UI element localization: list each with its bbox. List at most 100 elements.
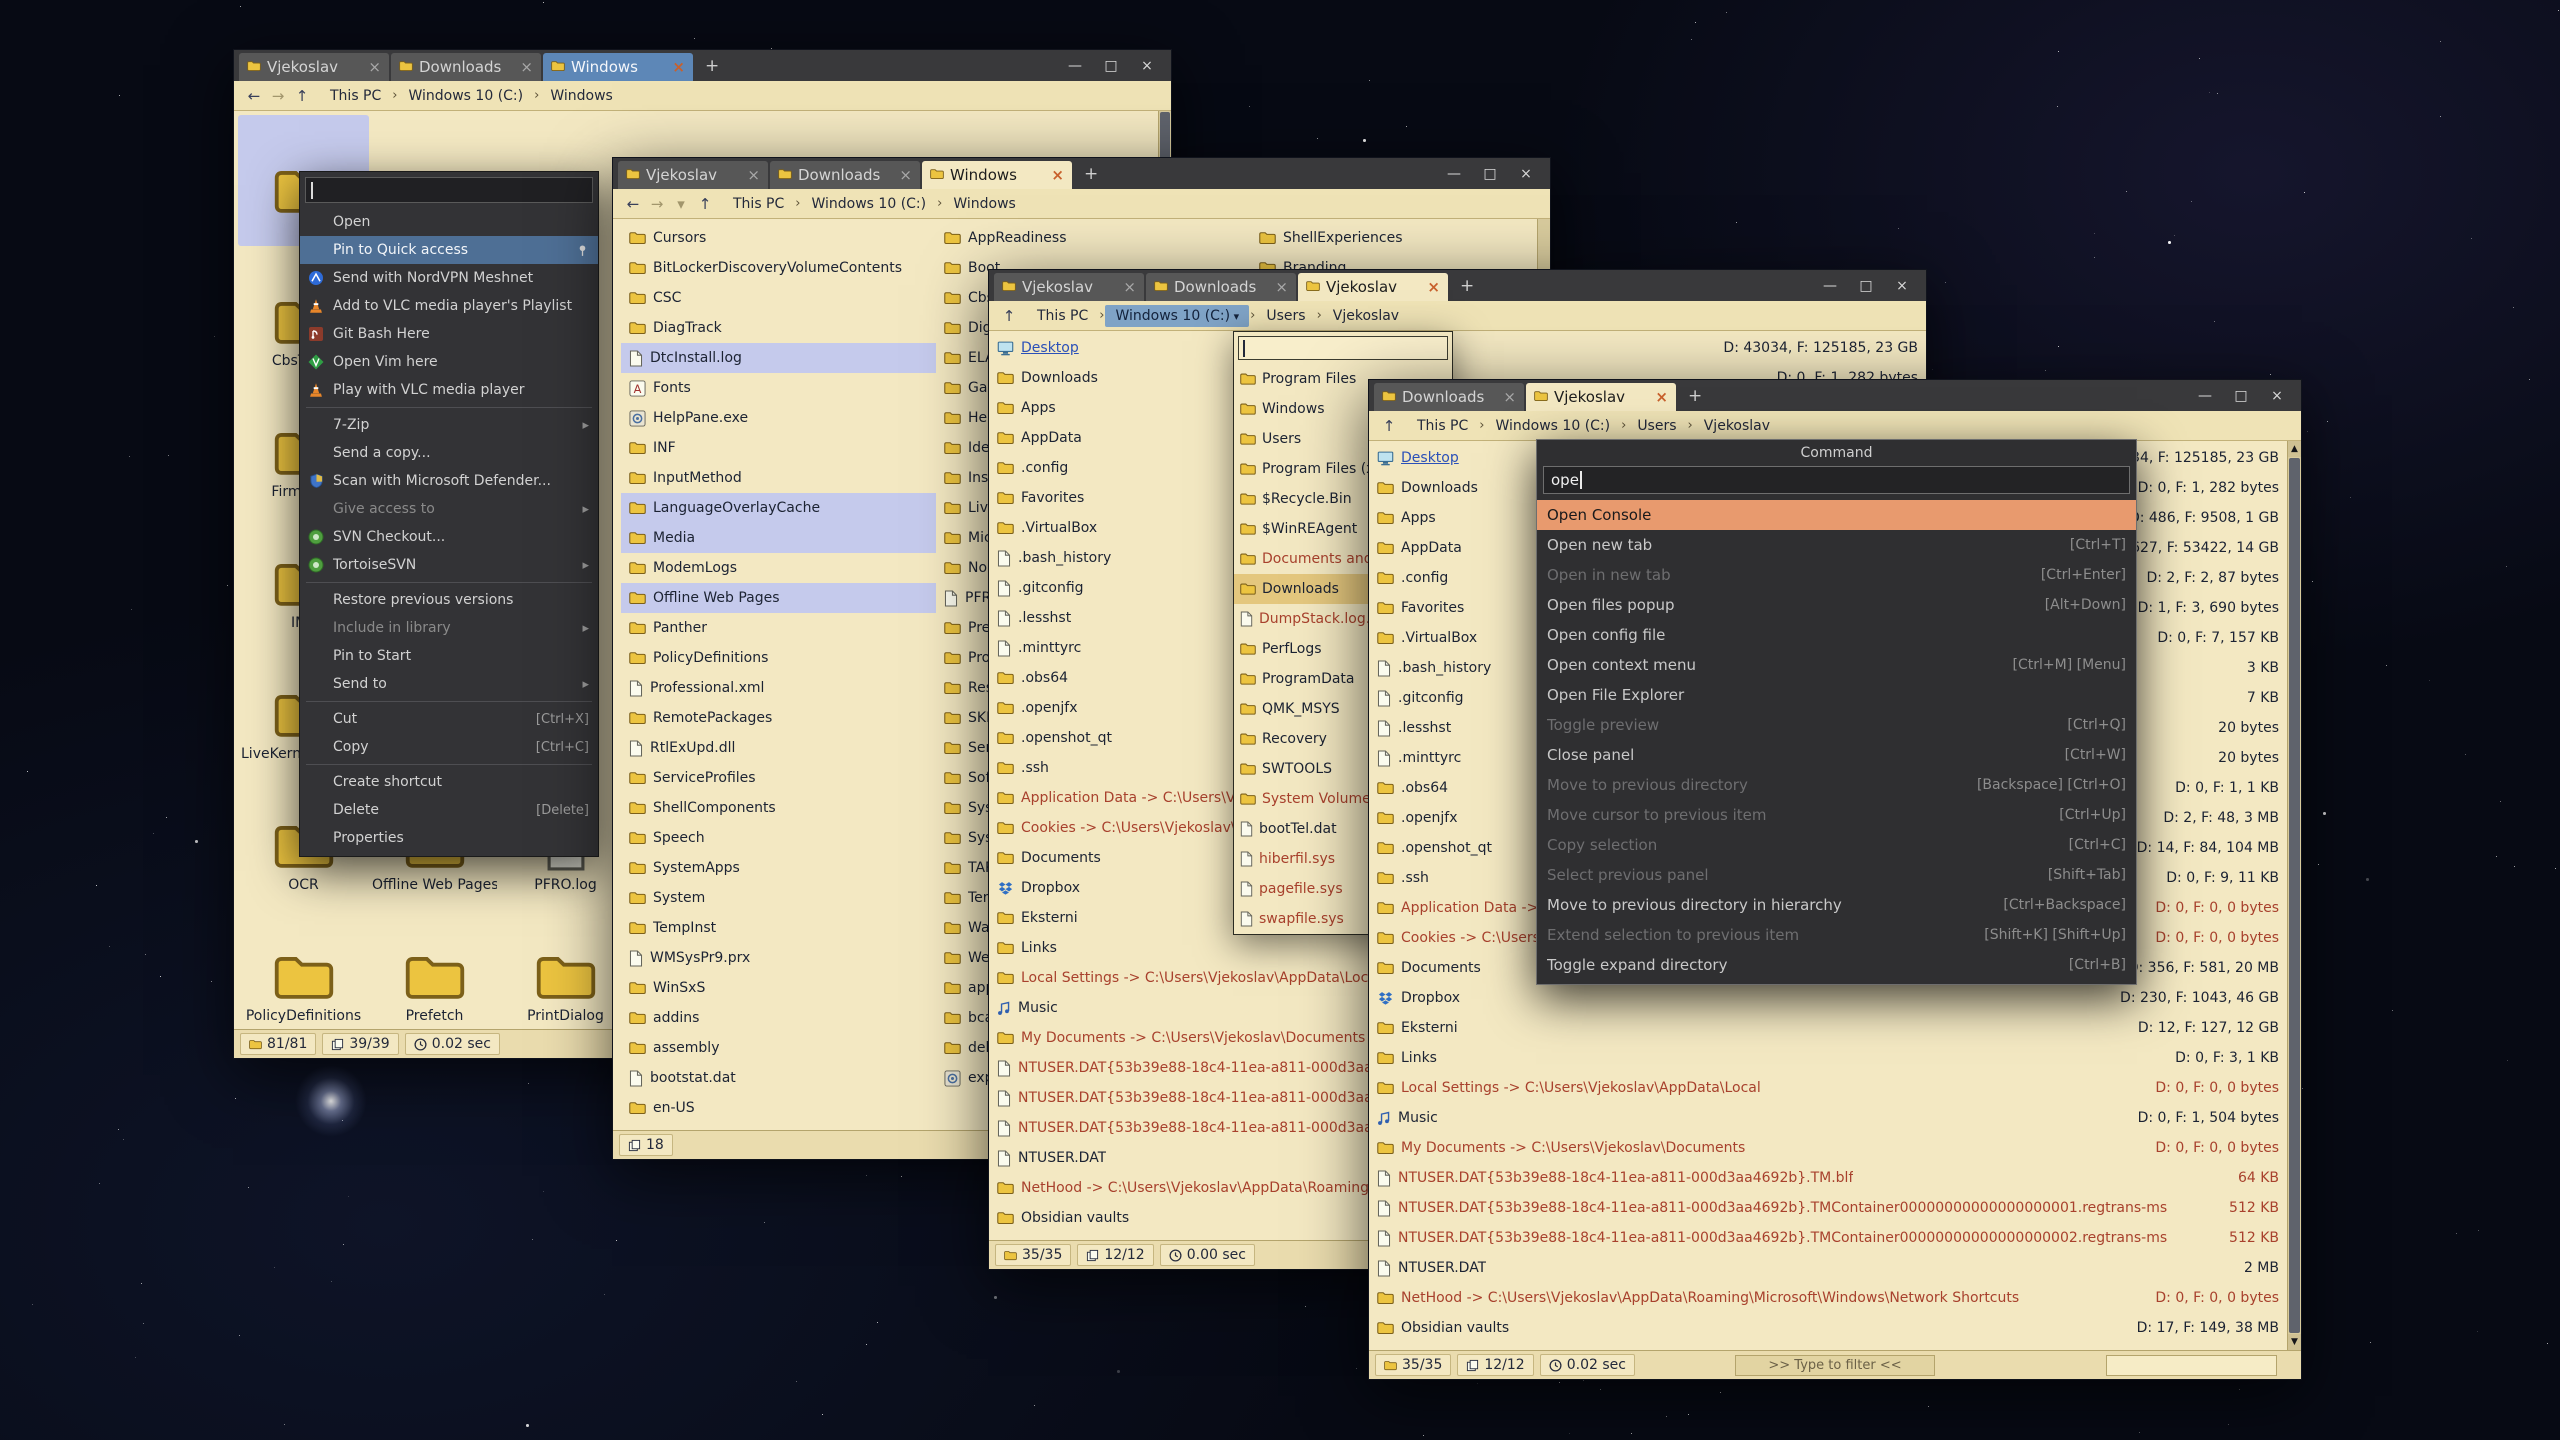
tab-vjekoslav[interactable]: Vjekoslav× xyxy=(618,161,768,189)
new-tab-button[interactable]: + xyxy=(1678,380,1712,411)
palette-item-close-panel[interactable]: Close panel[Ctrl+W] xyxy=(1537,740,2136,770)
file-row[interactable]: TempInst xyxy=(621,913,936,943)
titlebar[interactable]: Vjekoslav×Downloads×Windows×+ — □ × xyxy=(234,50,1171,81)
file-row[interactable]: CSC xyxy=(621,283,936,313)
titlebar[interactable]: Vjekoslav×Downloads×Vjekoslav×+ — □ × xyxy=(989,270,1926,301)
palette-item-open-config-file[interactable]: Open config file xyxy=(1537,620,2136,650)
file-row[interactable]: LinksD: 0, F: 3, 1 KB xyxy=(1369,1043,2287,1073)
file-row[interactable]: InputMethod xyxy=(621,463,936,493)
tab-downloads[interactable]: Downloads× xyxy=(1374,383,1524,411)
file-row[interactable]: NetHood -> C:\Users\Vjekoslav\AppData\Ro… xyxy=(1369,1283,2287,1313)
menu-item-properties[interactable]: Properties xyxy=(300,824,598,852)
file-row[interactable]: Offline Web Pages xyxy=(621,583,936,613)
file-row[interactable]: Professional.xml xyxy=(621,673,936,703)
tab-close-icon[interactable]: × xyxy=(899,166,912,184)
close-button[interactable]: × xyxy=(1129,58,1165,74)
tab-downloads[interactable]: Downloads× xyxy=(391,53,541,81)
breadcrumb-item-users[interactable]: Users xyxy=(1256,305,1315,327)
menu-item-pin-to-start[interactable]: Pin to Start xyxy=(300,642,598,670)
tab-close-icon[interactable]: × xyxy=(368,58,381,76)
file-row[interactable]: EksterniD: 12, F: 127, 12 GB xyxy=(1369,1013,2287,1043)
minimize-button[interactable]: — xyxy=(1057,58,1093,74)
palette-item-toggle-expand-directory[interactable]: Toggle expand directory[Ctrl+B] xyxy=(1537,950,2136,980)
menu-item-give-access-to[interactable]: Give access to▸ xyxy=(300,495,598,523)
back-button[interactable]: ← xyxy=(242,87,266,105)
palette-search-input[interactable]: ope xyxy=(1543,466,2130,494)
menu-item-open[interactable]: Open xyxy=(300,208,598,236)
tab-close-icon[interactable]: × xyxy=(1503,388,1516,406)
menu-item-scan-with-microsoft-defender[interactable]: Scan with Microsoft Defender... xyxy=(300,467,598,495)
menu-item-cut[interactable]: Cut[Ctrl+X] xyxy=(300,705,598,733)
up-button[interactable]: ↑ xyxy=(997,307,1021,325)
file-row[interactable]: assembly xyxy=(621,1033,936,1063)
new-tab-button[interactable]: + xyxy=(695,50,729,81)
menu-item-copy[interactable]: Copy[Ctrl+C] xyxy=(300,733,598,761)
close-button[interactable]: × xyxy=(1884,278,1920,294)
menu-item-7-zip[interactable]: 7-Zip▸ xyxy=(300,411,598,439)
menu-item-create-shortcut[interactable]: Create shortcut xyxy=(300,768,598,796)
file-row[interactable]: WinSxS xyxy=(621,973,936,1003)
menu-item-svn-checkout[interactable]: SVN Checkout... xyxy=(300,523,598,551)
breadcrumb-item-this-pc[interactable]: This PC xyxy=(320,85,391,107)
file-row[interactable]: Media xyxy=(621,523,936,553)
palette-item-move-to-previous-directory-in-hierarchy[interactable]: Move to previous directory in hierarchy[… xyxy=(1537,890,2136,920)
breadcrumb-item-windows[interactable]: Windows xyxy=(943,193,1026,215)
palette-item-open-new-tab[interactable]: Open new tab[Ctrl+T] xyxy=(1537,530,2136,560)
file-row[interactable]: DtcInstall.log xyxy=(621,343,936,373)
palette-item-open-file-explorer[interactable]: Open File Explorer xyxy=(1537,680,2136,710)
titlebar[interactable]: Vjekoslav×Downloads×Windows×+ — □ × xyxy=(613,158,1550,189)
file-row[interactable]: Obsidian vaultsD: 17, F: 149, 38 MB xyxy=(1369,1313,2287,1343)
close-button[interactable]: × xyxy=(2259,388,2295,404)
file-icon-cell[interactable]: Prefetch xyxy=(369,901,500,1029)
file-row[interactable]: System xyxy=(621,883,936,913)
forward-button[interactable]: → xyxy=(645,195,669,213)
breadcrumb-item-this-pc[interactable]: This PC xyxy=(1407,415,1478,437)
file-row[interactable]: NTUSER.DAT{53b39e88-18c4-11ea-a811-000d3… xyxy=(1369,1193,2287,1223)
file-row[interactable]: Panther xyxy=(621,613,936,643)
breadcrumb-item-this-pc[interactable]: This PC xyxy=(1027,305,1098,327)
vertical-scrollbar[interactable]: ▲ ▼ xyxy=(2287,441,2301,1350)
file-row[interactable]: DropboxD: 230, F: 1043, 46 GB xyxy=(1369,983,2287,1013)
file-row[interactable]: Cursors xyxy=(621,223,936,253)
tab-windows[interactable]: Windows× xyxy=(922,161,1072,189)
menu-item-open-vim-here[interactable]: Open Vim here xyxy=(300,348,598,376)
command-line-input[interactable] xyxy=(2106,1355,2277,1376)
menu-item-git-bash-here[interactable]: Git Bash Here xyxy=(300,320,598,348)
file-row[interactable]: WMSysPr9.prx xyxy=(621,943,936,973)
popup-filter-input[interactable] xyxy=(1238,336,1448,360)
palette-item-select-previous-panel[interactable]: Select previous panel[Shift+Tab] xyxy=(1537,860,2136,890)
new-tab-button[interactable]: + xyxy=(1074,158,1108,189)
tab-downloads[interactable]: Downloads× xyxy=(770,161,920,189)
file-row[interactable]: DiagTrack xyxy=(621,313,936,343)
history-dropdown-button[interactable]: ▾ xyxy=(669,195,693,213)
palette-item-toggle-preview[interactable]: Toggle preview[Ctrl+Q] xyxy=(1537,710,2136,740)
tab-close-icon[interactable]: × xyxy=(520,58,533,76)
palette-item-open-in-new-tab[interactable]: Open in new tab[Ctrl+Enter] xyxy=(1537,560,2136,590)
tab-close-icon[interactable]: × xyxy=(672,58,685,76)
maximize-button[interactable]: □ xyxy=(1848,278,1884,294)
file-row[interactable]: My Documents -> C:\Users\Vjekoslav\Docum… xyxy=(1369,1133,2287,1163)
file-icon-cell[interactable]: PolicyDefinitions xyxy=(238,901,369,1029)
scrollbar-thumb[interactable] xyxy=(2289,458,2300,1333)
breadcrumb-item-windows[interactable]: Windows xyxy=(540,85,623,107)
file-row[interactable]: SystemApps xyxy=(621,853,936,883)
breadcrumb-item-windows-10-c[interactable]: Windows 10 (C:) xyxy=(801,193,936,215)
palette-item-extend-selection-to-previous-item[interactable]: Extend selection to previous item[Shift+… xyxy=(1537,920,2136,950)
tab-close-icon[interactable]: × xyxy=(747,166,760,184)
menu-item-send-with-nordvpn-meshnet[interactable]: Send with NordVPN Meshnet xyxy=(300,264,598,292)
file-row[interactable]: Local Settings -> C:\Users\Vjekoslav\App… xyxy=(1369,1073,2287,1103)
tab-windows[interactable]: Windows× xyxy=(543,53,693,81)
breadcrumb-item-windows-10-c[interactable]: Windows 10 (C:) ▾ xyxy=(1105,305,1249,327)
file-row[interactable]: NTUSER.DAT2 MB xyxy=(1369,1253,2287,1283)
close-button[interactable]: × xyxy=(1508,166,1544,182)
context-menu-filter-input[interactable] xyxy=(305,177,593,203)
menu-item-send-a-copy[interactable]: Send a copy... xyxy=(300,439,598,467)
maximize-button[interactable]: □ xyxy=(1093,58,1129,74)
tab-downloads[interactable]: Downloads× xyxy=(1146,273,1296,301)
file-row[interactable]: LanguageOverlayCache xyxy=(621,493,936,523)
palette-item-open-files-popup[interactable]: Open files popup[Alt+Down] xyxy=(1537,590,2136,620)
menu-item-include-in-library[interactable]: Include in library▸ xyxy=(300,614,598,642)
file-row[interactable]: DesktopD: 43034, F: 125185, 23 GB xyxy=(989,333,1926,363)
menu-item-add-to-vlc-media-player-s-playlist[interactable]: Add to VLC media player's Playlist xyxy=(300,292,598,320)
file-row[interactable]: NTUSER.DAT{53b39e88-18c4-11ea-a811-000d3… xyxy=(1369,1163,2287,1193)
